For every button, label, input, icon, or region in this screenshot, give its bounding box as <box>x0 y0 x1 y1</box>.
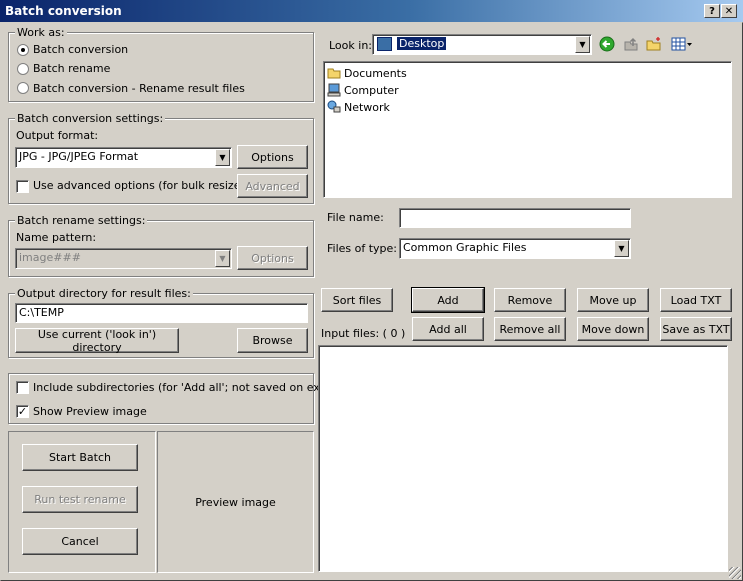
remove-button[interactable]: Remove <box>494 288 566 312</box>
radio-batch-rename[interactable] <box>17 63 29 75</box>
output-format-label: Output format: <box>16 129 99 142</box>
conversion-options-button[interactable]: Options <box>237 145 308 169</box>
show-preview-checkbox[interactable]: ✓ <box>16 405 29 418</box>
cancel-button[interactable]: Cancel <box>22 528 138 555</box>
name-pattern-select[interactable]: image### ▼ <box>15 248 232 269</box>
chevron-down-icon[interactable]: ▼ <box>575 36 590 53</box>
radio-conversion-rename[interactable] <box>17 82 29 94</box>
rename-options-button[interactable]: Options <box>237 246 308 270</box>
output-dir-value: C:\TEMP <box>19 306 64 319</box>
move-up-button[interactable]: Move up <box>577 288 649 312</box>
new-folder-icon[interactable] <box>645 35 663 53</box>
work-as-legend: Work as: <box>15 26 67 39</box>
file-name-input[interactable] <box>399 208 631 228</box>
output-format-select[interactable]: JPG - JPG/JPEG Format ▼ <box>15 147 232 168</box>
run-test-rename-button[interactable]: Run test rename <box>22 486 138 513</box>
output-format-value: JPG - JPG/JPEG Format <box>19 150 139 163</box>
list-item[interactable]: Computer <box>327 82 399 98</box>
rename-settings-legend: Batch rename settings: <box>15 214 148 227</box>
preview-label: Preview image <box>195 495 276 509</box>
browse-button[interactable]: Browse <box>237 328 308 353</box>
folder-icon <box>327 68 341 79</box>
radio-conversion-rename-label[interactable]: Batch conversion - Rename result files <box>33 82 245 95</box>
start-batch-button[interactable]: Start Batch <box>22 444 138 471</box>
title-bar: Batch conversion ? ✕ <box>0 0 743 22</box>
name-pattern-value: image### <box>19 251 81 264</box>
window-title: Batch conversion <box>5 4 122 18</box>
desktop-icon <box>377 37 392 51</box>
file-name-label: File name: <box>327 211 384 224</box>
preview-pane: Preview image <box>157 431 314 573</box>
output-dir-legend: Output directory for result files: <box>15 287 193 300</box>
look-in-select[interactable]: Desktop ▼ <box>372 34 592 55</box>
radio-batch-conversion[interactable] <box>17 44 29 56</box>
chevron-down-icon[interactable]: ▼ <box>215 149 230 166</box>
chevron-down-icon[interactable]: ▼ <box>614 240 629 257</box>
up-folder-icon[interactable] <box>622 35 640 53</box>
add-all-button[interactable]: Add all <box>412 317 484 341</box>
name-pattern-label: Name pattern: <box>16 231 97 244</box>
close-button[interactable]: ✕ <box>721 4 737 18</box>
view-menu-icon[interactable] <box>670 35 694 53</box>
input-files-label: Input files: ( 0 ) <box>321 327 406 340</box>
network-icon <box>327 100 341 113</box>
file-browser-list[interactable]: Documents Computer Network <box>323 61 732 198</box>
add-button[interactable]: Add <box>411 287 485 313</box>
include-subdirs-label[interactable]: Include subdirectories (for 'Add all'; n… <box>33 381 331 394</box>
use-current-dir-button[interactable]: Use current ('look in') directory <box>15 328 179 354</box>
look-in-label: Look in: <box>329 39 372 52</box>
list-item[interactable]: Network <box>327 99 390 115</box>
list-item-label: Documents <box>344 66 407 80</box>
list-item-label: Network <box>344 100 390 114</box>
advanced-button[interactable]: Advanced <box>237 174 308 198</box>
load-txt-button[interactable]: Load TXT <box>660 288 732 312</box>
back-icon[interactable] <box>598 35 616 53</box>
output-dir-input[interactable]: C:\TEMP <box>15 303 308 323</box>
chevron-down-icon[interactable]: ▼ <box>215 250 230 267</box>
files-of-type-label: Files of type: <box>327 242 398 255</box>
resize-grip[interactable] <box>729 567 741 579</box>
files-of-type-select[interactable]: Common Graphic Files ▼ <box>399 238 631 259</box>
list-item-label: Computer <box>344 83 399 97</box>
advanced-options-checkbox[interactable] <box>16 180 29 193</box>
computer-icon <box>327 83 341 97</box>
sort-files-button[interactable]: Sort files <box>321 288 393 312</box>
include-subdirs-checkbox[interactable] <box>16 381 29 394</box>
radio-batch-conversion-label[interactable]: Batch conversion <box>33 43 128 56</box>
remove-all-button[interactable]: Remove all <box>494 317 566 341</box>
help-button[interactable]: ? <box>704 4 720 18</box>
list-item[interactable]: Documents <box>327 65 407 81</box>
look-in-value: Desktop <box>395 36 448 51</box>
move-down-button[interactable]: Move down <box>577 317 649 341</box>
advanced-options-label[interactable]: Use advanced options (for bulk resize...… <box>33 179 255 192</box>
input-files-list[interactable] <box>318 345 728 572</box>
radio-batch-rename-label[interactable]: Batch rename <box>33 62 110 75</box>
conversion-settings-legend: Batch conversion settings: <box>15 112 166 125</box>
save-as-txt-button[interactable]: Save as TXT <box>660 317 732 341</box>
files-of-type-value: Common Graphic Files <box>403 241 527 254</box>
show-preview-label[interactable]: Show Preview image <box>33 405 147 418</box>
